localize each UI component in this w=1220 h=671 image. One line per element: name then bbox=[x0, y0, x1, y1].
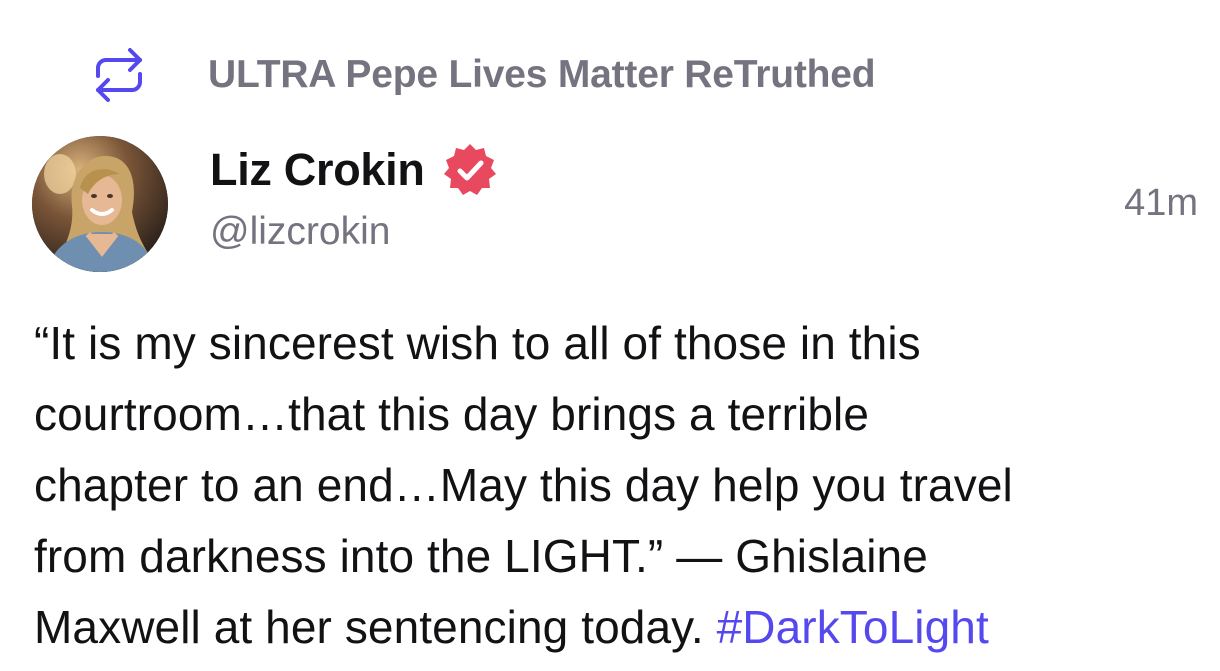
avatar[interactable] bbox=[32, 136, 168, 272]
hashtag-link[interactable]: #DarkToLight bbox=[717, 601, 989, 653]
verified-badge-icon bbox=[441, 141, 499, 199]
author-name-line: Liz Crokin bbox=[210, 138, 499, 202]
post-text-line-content: Maxwell at her sentencing today. bbox=[34, 601, 717, 653]
post-text-line: chapter to an end…May this day help you … bbox=[34, 459, 1013, 511]
retruth-arrows-icon bbox=[84, 40, 154, 110]
profile-photo bbox=[32, 136, 168, 272]
author-display-name[interactable]: Liz Crokin bbox=[210, 144, 425, 196]
post-text: “It is my sincerest wish to all of those… bbox=[34, 308, 1214, 663]
retruth-header[interactable]: ULTRA Pepe Lives Matter ReTruthed bbox=[84, 40, 876, 110]
retruth-label: ULTRA Pepe Lives Matter ReTruthed bbox=[208, 53, 876, 96]
post-text-line: from darkness into the LIGHT.” — Ghislai… bbox=[34, 530, 928, 582]
author-info: Liz Crokin @lizcrokin bbox=[210, 138, 499, 254]
post-timestamp[interactable]: 41m bbox=[1124, 182, 1198, 225]
post-text-line: “It is my sincerest wish to all of those… bbox=[34, 317, 921, 369]
post-text-line-last: Maxwell at her sentencing today. #DarkTo… bbox=[34, 592, 1214, 663]
post-text-line: courtroom…that this day brings a terribl… bbox=[34, 388, 870, 440]
author-handle[interactable]: @lizcrokin bbox=[210, 210, 499, 254]
